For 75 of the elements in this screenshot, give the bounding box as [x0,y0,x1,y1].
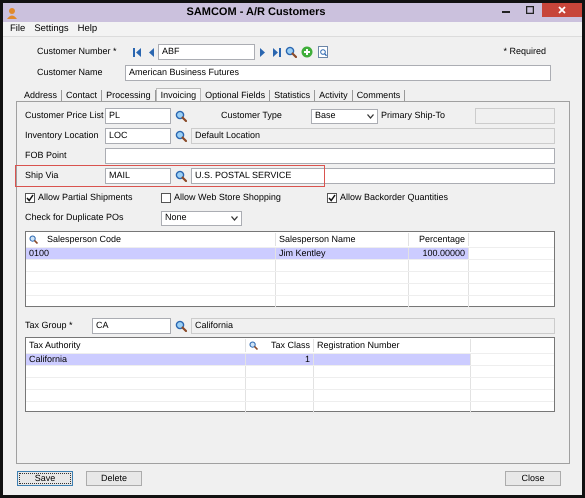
tab[interactable]: Optional Fields [201,90,270,101]
checkbox-label: Allow Partial Shipments [38,191,133,204]
field-label: Ship Via [25,169,60,182]
customer-name-field[interactable]: American Business Futures [125,65,551,81]
tab[interactable]: Activity [315,90,353,101]
check-icon [328,194,336,202]
customer-type-dropdown[interactable]: Base [311,108,378,124]
menu-item[interactable]: File [10,22,26,36]
search-icon [285,46,297,58]
tab[interactable]: Invoicing [156,88,202,101]
window-title: SAMCOM - A/R Customers [186,5,326,20]
chevron-down-icon [367,114,374,118]
close-button[interactable]: Close [505,471,561,486]
column-header: Salesperson Name [279,232,356,246]
last-icon [272,48,280,56]
checkbox-label: Allow Web Store Shopping [174,191,281,204]
required-note: * Required [503,45,546,58]
column-header: Salesperson Code [47,232,122,246]
document-search-icon [318,46,328,58]
column-header: Tax Class [270,338,310,352]
search-icon [175,110,187,122]
delete-button[interactable]: Delete [86,471,142,486]
field-label: Customer Number * [37,45,118,58]
field-label: Tax Group * [25,319,74,332]
fob-point-field[interactable] [105,148,555,164]
column-header: Tax Authority [29,338,81,352]
field-label: Customer Type [221,109,283,122]
checkbox[interactable] [161,193,171,203]
next-icon [258,48,266,56]
check-icon [26,194,34,202]
chevron-down-icon [231,216,238,220]
ship-via-description-field[interactable]: U.S. POSTAL SERVICE [191,168,555,184]
customer-number-field[interactable]: ABF [158,44,255,60]
maximize-icon [526,6,534,14]
tab[interactable]: Address [20,90,62,101]
field-label: Inventory Location [25,129,100,142]
checkbox[interactable] [25,193,35,203]
column-header: Percentage [418,232,465,246]
tab[interactable]: Comments [352,90,406,101]
ship-via-field[interactable]: MAIL [105,168,171,184]
table-cell-text: 1 [304,352,310,366]
search-icon [175,130,187,142]
search-icon [175,170,187,182]
first-icon [132,48,142,56]
search-icon [175,320,187,332]
search-icon [249,341,258,350]
field-label: Customer Name [37,66,104,80]
field-label: FOB Point [25,149,68,162]
tab[interactable]: Statistics [270,90,316,101]
table-cell-text: California [29,352,68,366]
zoom-button[interactable] [315,46,331,58]
field-label: Check for Duplicate POs [25,211,125,224]
app-icon [6,6,18,18]
duplicate-po-dropdown[interactable]: None [161,210,242,226]
checkbox-label: Allow Backorder Quantities [340,191,448,204]
tab[interactable]: Contact [62,90,102,101]
field-label: Customer Price List [25,109,105,122]
table-cell-text: 100.00000 [422,246,465,260]
search-icon [29,235,38,244]
search-button[interactable] [283,46,299,58]
menu-item[interactable]: Settings [34,22,69,36]
field-label: Primary Ship-To [381,109,446,122]
table-cell-text: 0100 [29,246,50,260]
first-button[interactable] [130,48,144,56]
close-button[interactable] [542,3,582,17]
close-icon [558,6,566,14]
menu-item[interactable]: Help [78,22,98,36]
previous-icon [146,48,156,56]
checkbox[interactable] [327,193,337,203]
save-button[interactable]: Save [17,471,73,486]
table-cell-text: Jim Kentley [279,246,326,260]
plus-icon [301,46,313,58]
price-list-field[interactable]: PL [105,108,171,124]
add-button[interactable] [299,46,315,58]
column-header: Registration Number [317,338,400,352]
